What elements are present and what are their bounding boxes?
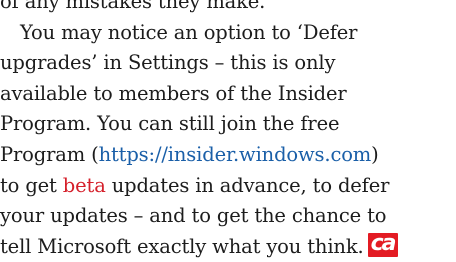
article-body: of any mistakes they make. You may notic… bbox=[0, 0, 456, 262]
beta-link[interactable]: beta bbox=[63, 174, 106, 197]
updates-text: updates in advance, to defer bbox=[105, 173, 390, 197]
closing-paren: ) bbox=[371, 142, 379, 166]
paragraph-line-8: tell Microsoft exactly what you think. ca bbox=[0, 232, 456, 262]
paragraph-line-6: to get beta updates in advance, to defer bbox=[0, 171, 456, 202]
paragraph-line-4: Program. You can still join the free bbox=[0, 112, 340, 136]
partial-top-line: of any mistakes they make. bbox=[0, 0, 266, 13]
paragraph-line-7: your updates – and to get the chance to bbox=[0, 204, 387, 228]
paragraph-line-1: You may notice an option to ‘Defer bbox=[20, 20, 358, 44]
program-text: Program ( bbox=[0, 142, 99, 166]
paragraph-line-2: upgrades’ in Settings – this is only bbox=[0, 51, 336, 75]
insider-url-link[interactable]: https://insider.windows.com bbox=[99, 143, 372, 166]
paragraph-line-5: Program (https://insider.windows.com) bbox=[0, 140, 456, 171]
to-get-text: to get bbox=[0, 173, 63, 197]
paragraph-line-3: available to members of the Insider bbox=[0, 81, 347, 105]
closing-sentence: tell Microsoft exactly what you think. bbox=[0, 234, 364, 258]
